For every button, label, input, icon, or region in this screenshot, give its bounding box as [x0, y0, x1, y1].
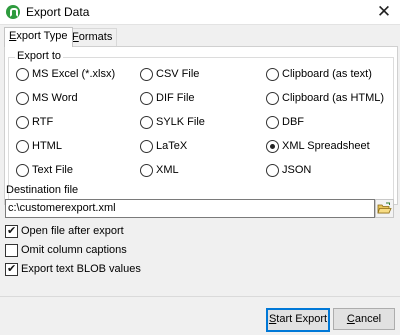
tab-panel-export-type: Export to MS Excel (*.xlsx) CSV File Cli…	[4, 46, 398, 205]
folder-open-icon	[375, 199, 394, 218]
radio-circle	[140, 68, 153, 81]
destination-file-field[interactable]	[5, 199, 375, 218]
radio-circle	[140, 164, 153, 177]
checkbox-box: ✔	[5, 224, 18, 238]
start-export-button[interactable]: Start Export	[266, 308, 330, 332]
title-bar: Export Data ✕	[0, 0, 400, 24]
radio-circle	[16, 164, 29, 177]
radio-circle	[266, 140, 279, 153]
close-button[interactable]: ✕	[374, 2, 394, 22]
radio-circle	[266, 164, 279, 177]
checkbox-box	[5, 244, 18, 257]
check-mark-icon: ✔	[7, 224, 17, 237]
window-title: Export Data	[26, 5, 90, 19]
cancel-button[interactable]: Cancel	[333, 308, 395, 330]
radio-circle	[16, 92, 29, 105]
radio-circle	[140, 140, 153, 153]
browse-button[interactable]	[375, 199, 394, 218]
tab-export-type[interactable]: Export Type	[4, 27, 73, 47]
radio-circle	[16, 140, 29, 153]
radio-circle	[266, 116, 279, 129]
radio-circle	[266, 92, 279, 105]
export-to-group: Export to MS Excel (*.xlsx) CSV File Cli…	[8, 50, 394, 200]
app-logo-icon	[6, 5, 20, 19]
dialog-body: Export Type Formats Export to MS Excel (…	[0, 24, 400, 335]
radio-circle	[140, 92, 153, 105]
radio-circle	[140, 116, 153, 129]
tab-formats[interactable]: Formats	[67, 28, 118, 46]
dialog-footer: Start Export Cancel	[0, 296, 400, 335]
checkbox-box: ✔	[5, 262, 18, 276]
destination-file-input[interactable]	[8, 201, 368, 215]
radio-circle	[266, 68, 279, 81]
radio-circle	[16, 68, 29, 81]
export-to-title: Export to	[15, 50, 64, 62]
radio-circle	[16, 116, 29, 129]
destination-file-label: Destination file	[6, 184, 79, 196]
check-mark-icon: ✔	[7, 262, 17, 275]
